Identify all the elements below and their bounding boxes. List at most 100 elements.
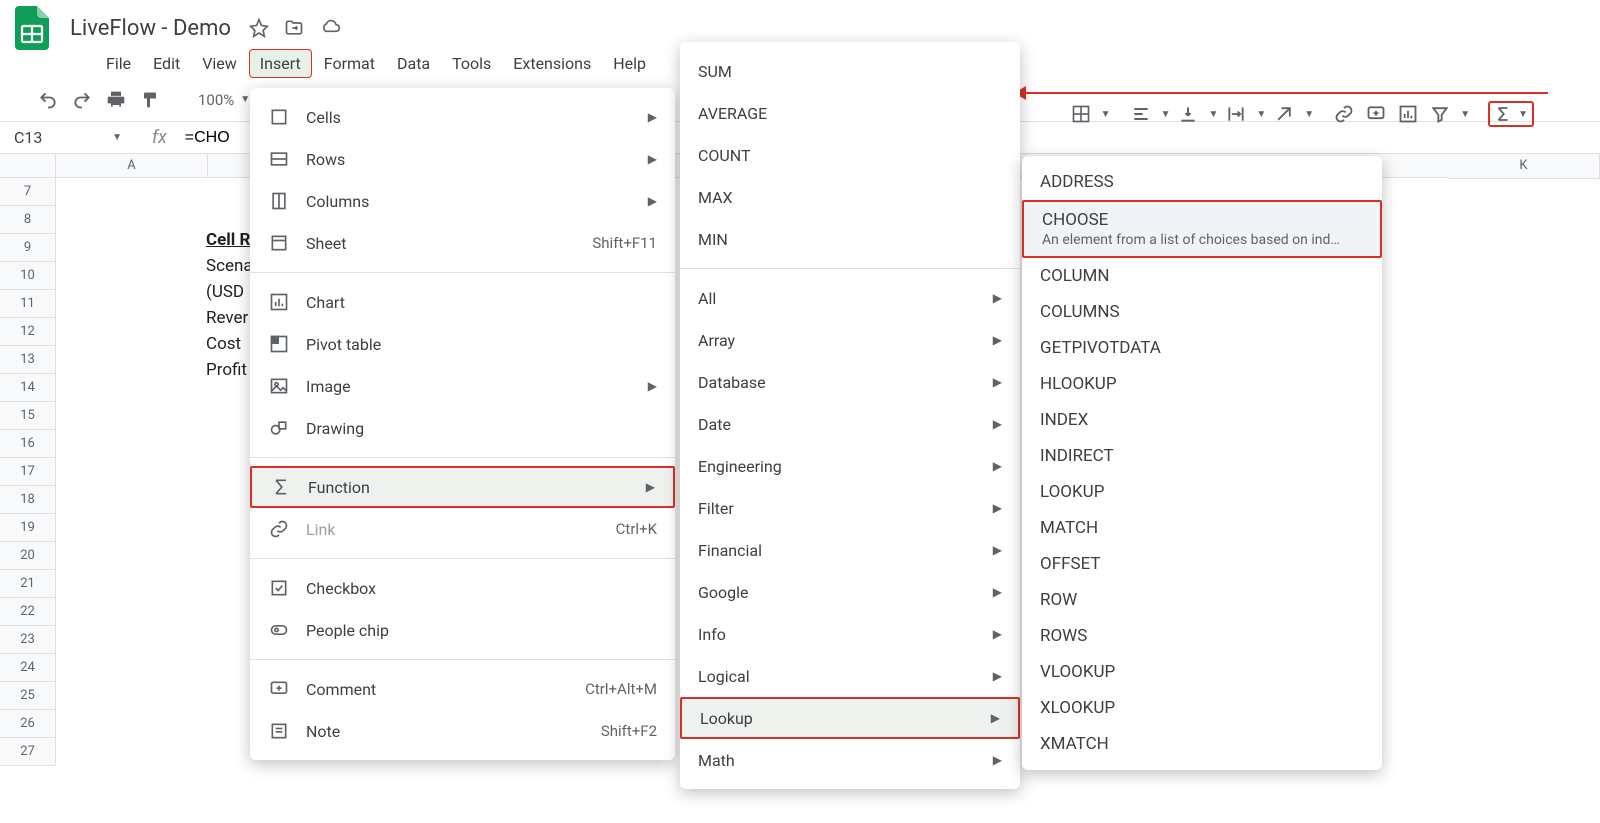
insert-mi-drawing[interactable]: Drawing [250, 407, 675, 449]
functions-toolbar-button[interactable]: ▼ [1488, 101, 1534, 127]
lookup-offset[interactable]: OFFSET [1022, 546, 1382, 582]
zoom-select[interactable]: 100%▼ [192, 86, 256, 114]
row-header[interactable]: 14 [0, 374, 56, 402]
insert-mi-comment[interactable]: CommentCtrl+Alt+M [250, 668, 675, 710]
menu-help[interactable]: Help [603, 50, 656, 77]
fncat-info[interactable]: Info▶ [680, 613, 1020, 655]
rotate-icon[interactable] [1270, 100, 1298, 128]
insert-mi-link[interactable]: LinkCtrl+K [250, 508, 675, 550]
undo-icon[interactable] [34, 86, 62, 114]
row-header[interactable]: 16 [0, 430, 56, 458]
mi-label: Link [306, 520, 576, 539]
row-header[interactable]: 19 [0, 514, 56, 542]
row-header[interactable]: 9 [0, 234, 56, 262]
row-header[interactable]: 13 [0, 346, 56, 374]
insert-mi-note[interactable]: NoteShift+F2 [250, 710, 675, 752]
row-header[interactable]: 20 [0, 542, 56, 570]
row-header[interactable]: 8 [0, 206, 56, 234]
fncat-date[interactable]: Date▶ [680, 403, 1020, 445]
insert-mi-checkbox[interactable]: Checkbox [250, 567, 675, 609]
row-header[interactable]: 7 [0, 178, 56, 206]
row-header[interactable]: 10 [0, 262, 56, 290]
insert-mi-people-chip[interactable]: People chip [250, 609, 675, 651]
fn-sum[interactable]: SUM [680, 50, 1020, 92]
lookup-match[interactable]: MATCH [1022, 510, 1382, 546]
lookup-vlookup[interactable]: VLOOKUP [1022, 654, 1382, 690]
menu-data[interactable]: Data [387, 50, 440, 77]
lookup-hlookup[interactable]: HLOOKUP [1022, 366, 1382, 402]
row-header[interactable]: 24 [0, 654, 56, 682]
paint-format-icon[interactable] [136, 86, 164, 114]
lookup-columns[interactable]: COLUMNS [1022, 294, 1382, 330]
menu-file[interactable]: File [96, 50, 141, 77]
star-icon[interactable] [249, 18, 269, 38]
fn-count[interactable]: COUNT [680, 134, 1020, 176]
redo-icon[interactable] [68, 86, 96, 114]
fncat-array[interactable]: Array▶ [680, 319, 1020, 361]
insert-mi-pivot-table[interactable]: Pivot table [250, 323, 675, 365]
insert-chart-icon[interactable] [1394, 100, 1422, 128]
lookup-column[interactable]: COLUMN [1022, 258, 1382, 294]
lookup-getpivotdata[interactable]: GETPIVOTDATA [1022, 330, 1382, 366]
document-title[interactable]: LiveFlow - Demo [64, 14, 237, 43]
lookup-address[interactable]: ADDRESS [1022, 164, 1382, 200]
row-header[interactable]: 15 [0, 402, 56, 430]
insert-mi-columns[interactable]: Columns▶ [250, 180, 675, 222]
menu-tools[interactable]: Tools [442, 50, 501, 77]
row-header[interactable]: 27 [0, 738, 56, 766]
wrap-icon[interactable] [1222, 100, 1250, 128]
insert-mi-rows[interactable]: Rows▶ [250, 138, 675, 180]
fn-average[interactable]: AVERAGE [680, 92, 1020, 134]
menu-insert[interactable]: Insert [249, 49, 312, 78]
lookup-row[interactable]: ROW [1022, 582, 1382, 618]
lookup-indirect[interactable]: INDIRECT [1022, 438, 1382, 474]
lookup-rows[interactable]: ROWS [1022, 618, 1382, 654]
menu-format[interactable]: Format [314, 50, 385, 77]
lookup-xlookup[interactable]: XLOOKUP [1022, 690, 1382, 726]
comment-toolbar-icon[interactable] [1362, 100, 1390, 128]
name-box[interactable]: C13 ▼ [8, 128, 128, 147]
row-header[interactable]: 11 [0, 290, 56, 318]
move-icon[interactable] [283, 18, 305, 38]
valign-icon[interactable] [1174, 100, 1202, 128]
row-header[interactable]: 18 [0, 486, 56, 514]
row-header[interactable]: 17 [0, 458, 56, 486]
fncat-database[interactable]: Database▶ [680, 361, 1020, 403]
fn-min[interactable]: MIN [680, 218, 1020, 260]
col-header-a[interactable]: A [56, 154, 208, 178]
lookup-xmatch[interactable]: XMATCH [1022, 726, 1382, 762]
row-header[interactable]: 23 [0, 626, 56, 654]
insert-mi-chart[interactable]: Chart [250, 281, 675, 323]
lookup-lookup[interactable]: LOOKUP [1022, 474, 1382, 510]
lookup-choose[interactable]: CHOOSEAn element from a list of choices … [1022, 200, 1382, 258]
menu-extensions[interactable]: Extensions [503, 50, 601, 77]
menu-view[interactable]: View [192, 50, 247, 77]
cloud-icon[interactable] [319, 18, 343, 38]
fncat-math[interactable]: Math▶ [680, 739, 1020, 781]
row-header[interactable]: 26 [0, 710, 56, 738]
insert-mi-cells[interactable]: Cells▶ [250, 96, 675, 138]
row-header[interactable]: 21 [0, 570, 56, 598]
halign-icon[interactable] [1127, 100, 1155, 128]
fncat-all[interactable]: All▶ [680, 277, 1020, 319]
print-icon[interactable] [102, 86, 130, 114]
fncat-google[interactable]: Google▶ [680, 571, 1020, 613]
insert-mi-sheet[interactable]: SheetShift+F11 [250, 222, 675, 264]
fncat-filter[interactable]: Filter▶ [680, 487, 1020, 529]
fncat-engineering[interactable]: Engineering▶ [680, 445, 1020, 487]
fncat-lookup[interactable]: Lookup▶ [680, 697, 1020, 739]
lookup-index[interactable]: INDEX [1022, 402, 1382, 438]
row-header[interactable]: 25 [0, 682, 56, 710]
border-icon[interactable] [1067, 100, 1095, 128]
insert-mi-image[interactable]: Image▶ [250, 365, 675, 407]
col-header-k[interactable]: K [1448, 154, 1600, 179]
filter-icon[interactable] [1426, 100, 1454, 128]
row-header[interactable]: 22 [0, 598, 56, 626]
row-header[interactable]: 12 [0, 318, 56, 346]
fncat-financial[interactable]: Financial▶ [680, 529, 1020, 571]
fn-max[interactable]: MAX [680, 176, 1020, 218]
insert-mi-function[interactable]: Function▶ [250, 466, 675, 508]
menu-edit[interactable]: Edit [143, 50, 190, 77]
fncat-logical[interactable]: Logical▶ [680, 655, 1020, 697]
link-icon[interactable] [1330, 100, 1358, 128]
